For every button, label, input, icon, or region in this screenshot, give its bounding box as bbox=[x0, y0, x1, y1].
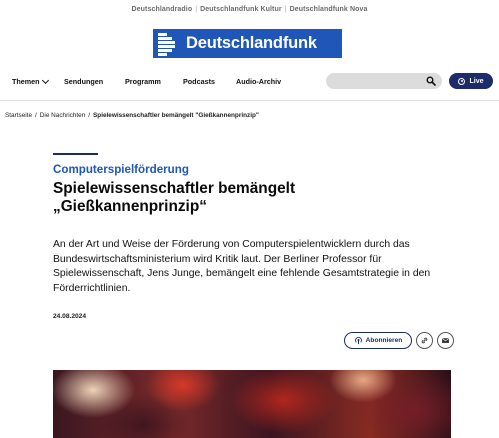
subscribe-label: Abonnieren bbox=[365, 337, 403, 344]
network-separator: | bbox=[195, 6, 198, 13]
kicker-accent-line bbox=[53, 153, 98, 155]
article-hero-image bbox=[53, 370, 451, 438]
site-logo[interactable]: Deutschlandfunk bbox=[153, 29, 342, 58]
nav-item-audio-archiv[interactable]: Audio-Archiv bbox=[236, 77, 281, 86]
nav-item-sendungen[interactable]: Sendungen bbox=[64, 77, 103, 86]
live-label: Live bbox=[469, 77, 484, 85]
live-radio-icon bbox=[458, 77, 466, 85]
mail-icon bbox=[442, 338, 449, 343]
network-bar: Deutschlandradio | Deutschlandfunk Kultur |… bbox=[0, 6, 499, 13]
dlf-logo-mark-icon bbox=[158, 29, 180, 58]
link-icon bbox=[421, 337, 428, 344]
breadcrumb-nachrichten[interactable]: Die Nachrichten bbox=[40, 112, 85, 119]
article-kicker: Computerspielförderung bbox=[53, 163, 189, 176]
live-button[interactable]: Live bbox=[449, 73, 493, 89]
network-separator: | bbox=[284, 6, 287, 13]
search-icon[interactable] bbox=[426, 76, 436, 86]
nav-divider bbox=[0, 100, 499, 101]
chevron-down-icon bbox=[41, 76, 49, 84]
share-mail-button[interactable] bbox=[437, 332, 454, 349]
network-link-nova[interactable]: Deutschlandfunk Nova bbox=[290, 6, 368, 13]
copy-link-button[interactable] bbox=[416, 332, 433, 349]
nav-item-podcasts[interactable]: Podcasts bbox=[183, 77, 215, 86]
subscribe-button[interactable]: Abonnieren bbox=[344, 332, 412, 349]
network-link-kultur[interactable]: Deutschlandfunk Kultur bbox=[200, 6, 282, 13]
podcast-icon bbox=[354, 336, 362, 345]
article-lead: An der Art und Weise der Förderung von C… bbox=[53, 239, 431, 294]
breadcrumb-current: Spielewissenschaftler bemängelt "Gießkan… bbox=[93, 112, 259, 119]
breadcrumb-startseite[interactable]: Startseite bbox=[5, 112, 32, 119]
nav-item-programm[interactable]: Programm bbox=[125, 77, 161, 86]
article-date: 24.08.2024 bbox=[53, 313, 87, 320]
breadcrumb-separator: / bbox=[88, 112, 91, 119]
breadcrumb-separator: / bbox=[35, 112, 37, 119]
search-input[interactable] bbox=[326, 73, 442, 89]
logo-text: Deutschlandfunk bbox=[186, 34, 317, 52]
network-link-deutschlandradio[interactable]: Deutschlandradio bbox=[132, 6, 193, 13]
nav-item-themen[interactable]: Themen bbox=[12, 76, 49, 86]
article-headline: Spielewissenschaftler bemängelt „Gießkan… bbox=[53, 180, 296, 215]
breadcrumb: Startseite / Die Nachrichten / Spielewissens… bbox=[5, 112, 259, 119]
